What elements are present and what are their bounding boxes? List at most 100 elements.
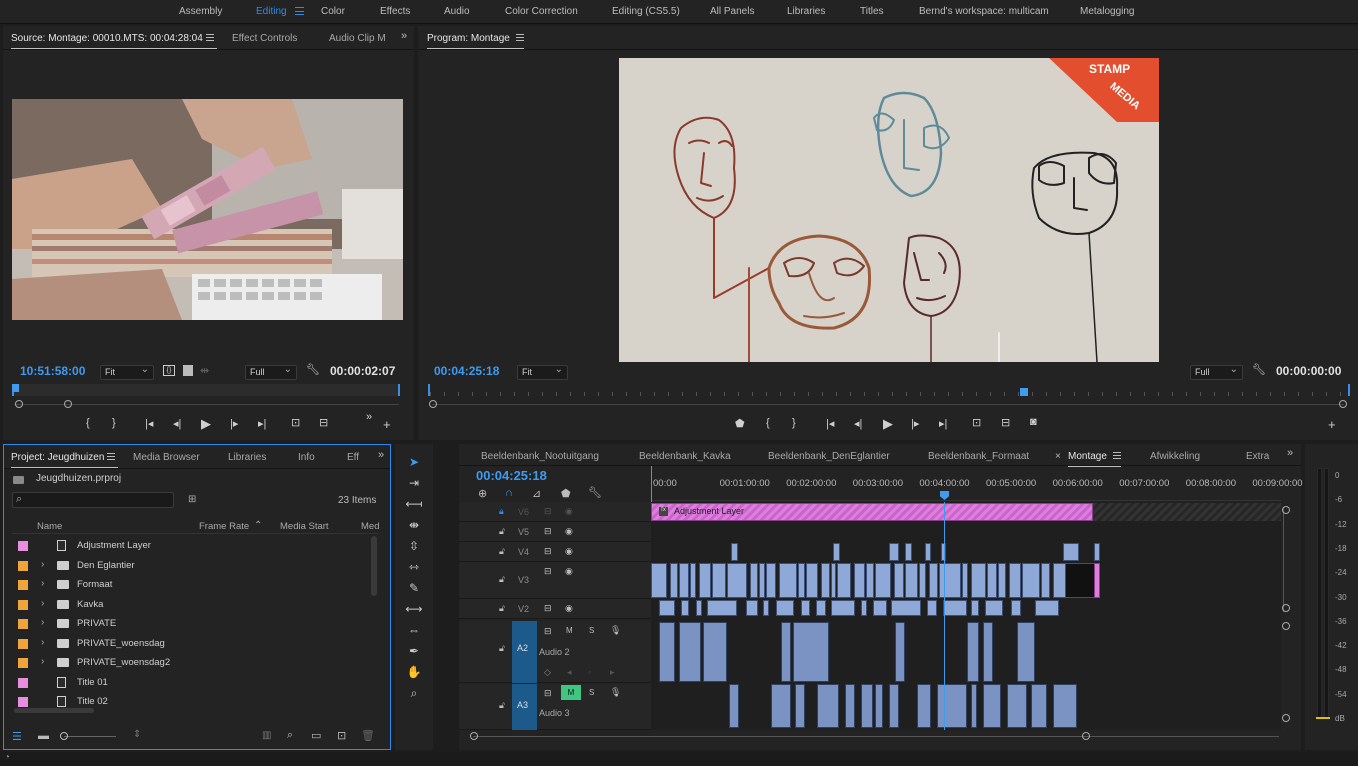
video-scroll-handle-bottom[interactable]: [1282, 604, 1290, 612]
rolling-edit-tool-icon[interactable]: ⇼: [404, 518, 424, 532]
label-color-swatch[interactable]: [18, 677, 28, 688]
sort-icons-icon[interactable]: ⇕: [133, 729, 141, 740]
program-export-frame-camera-icon[interactable]: ◙: [1030, 416, 1037, 428]
add-marker-icon[interactable]: ⬟: [561, 487, 571, 500]
video-clip[interactable]: [651, 563, 667, 598]
label-color-swatch[interactable]: [18, 560, 28, 571]
list-view-icon[interactable]: ☰: [12, 730, 22, 743]
expand-chevron-icon[interactable]: ›: [41, 598, 44, 609]
video-clip[interactable]: [707, 600, 737, 616]
v2-lock-icon[interactable]: 🔓︎: [499, 603, 505, 614]
video-clip[interactable]: [998, 563, 1006, 598]
a3-sync-icon[interactable]: ⊟: [544, 688, 552, 699]
v3-eye-icon[interactable]: ◉: [565, 566, 573, 577]
project-menu-icon[interactable]: [107, 453, 115, 460]
video-clip[interactable]: [929, 563, 938, 598]
video-clip[interactable]: [987, 563, 997, 598]
v5-eye-icon[interactable]: ◉: [565, 526, 573, 537]
project-search-input[interactable]: ⌕: [12, 492, 174, 508]
project-item[interactable]: › Kavka: [12, 595, 378, 615]
program-play-icon[interactable]: ▶: [883, 416, 893, 432]
source-play-icon[interactable]: ▶: [201, 416, 211, 432]
audio-clip[interactable]: [679, 622, 701, 682]
label-color-swatch[interactable]: [18, 638, 28, 649]
output-icon[interactable]: [183, 365, 193, 376]
v5-label[interactable]: V5: [518, 527, 529, 537]
project-h-scrollbar[interactable]: [14, 708, 94, 713]
column-name[interactable]: Name: [37, 521, 62, 532]
video-clip[interactable]: [776, 600, 794, 616]
video-clip[interactable]: [971, 563, 986, 598]
snap-magnet-icon[interactable]: ∩: [505, 487, 513, 499]
video-clip[interactable]: [985, 600, 1003, 616]
timeline-ruler[interactable]: 00:00 00:01:00:00 00:02:00:00 00:03:00:00 00…: [651, 468, 1303, 501]
project-item[interactable]: › Den Eglantier: [12, 556, 378, 576]
program-scrub-bar[interactable]: [428, 384, 1350, 396]
video-clip[interactable]: [696, 600, 702, 616]
timeline-tabs-overflow-icon[interactable]: »: [1287, 447, 1293, 459]
workspace-menu-icon[interactable]: [295, 7, 304, 15]
automate-to-sequence-icon[interactable]: ▥: [262, 730, 271, 741]
video-clip[interactable]: [854, 563, 865, 598]
audio-clip[interactable]: [861, 684, 873, 728]
video-clip[interactable]: [891, 600, 921, 616]
audio-clip[interactable]: [845, 684, 855, 728]
video-clip[interactable]: [1022, 563, 1040, 598]
program-mark-in-icon[interactable]: {: [766, 417, 770, 429]
source-add-button-icon[interactable]: +: [383, 417, 391, 432]
project-item[interactable]: › Formaat: [12, 575, 378, 595]
video-clip[interactable]: [925, 543, 931, 561]
video-clip[interactable]: [670, 563, 678, 598]
label-color-swatch[interactable]: [18, 541, 28, 551]
icon-view-icon[interactable]: ▬: [38, 730, 49, 742]
video-clip[interactable]: [806, 563, 818, 598]
video-clip[interactable]: [1009, 563, 1021, 598]
video-clip[interactable]: [861, 600, 867, 616]
video-clip[interactable]: [939, 563, 961, 598]
audio-clip[interactable]: [889, 684, 899, 728]
source-go-to-out-icon[interactable]: ▸|: [258, 417, 266, 430]
workspace-tab-libraries[interactable]: Libraries: [787, 6, 825, 17]
video-clip[interactable]: [821, 563, 830, 598]
audio-clip[interactable]: [795, 684, 805, 728]
video-clip[interactable]: [833, 543, 840, 561]
video-clip[interactable]: [1035, 600, 1059, 616]
program-go-to-out-icon[interactable]: ▸|: [939, 417, 947, 430]
a3-mute-button[interactable]: M: [561, 685, 581, 700]
workspace-tab-color-correction[interactable]: Color Correction: [505, 6, 578, 17]
timeline-zoom-handle-left[interactable]: [470, 732, 478, 740]
column-media-start[interactable]: Media Start: [280, 521, 329, 532]
video-clip[interactable]: [1094, 563, 1100, 598]
a2-mute-button[interactable]: M: [566, 626, 573, 635]
program-mark-out-icon[interactable]: }: [792, 417, 796, 429]
tab-effect-controls[interactable]: Effect Controls: [232, 33, 297, 44]
source-timecode[interactable]: 10:51:58:00: [20, 364, 85, 378]
timeline-tracks-area[interactable]: fx Adjustment Layer: [651, 502, 1281, 730]
source-mark-out-icon[interactable]: }: [112, 417, 116, 429]
project-item[interactable]: › PRIVATE_woensdag: [12, 634, 378, 654]
workspace-tab-berndt-multicam[interactable]: Bernd's workspace: multicam: [919, 6, 1049, 17]
video-clip[interactable]: [905, 543, 912, 561]
expand-chevron-icon[interactable]: ›: [41, 559, 44, 570]
rate-stretch-2-tool-icon[interactable]: ⇿: [404, 560, 424, 574]
v6-eye-icon[interactable]: ◉: [565, 506, 573, 517]
program-lift-icon[interactable]: ⊡: [972, 416, 981, 429]
video-clip[interactable]: [759, 563, 765, 598]
video-clip[interactable]: [699, 563, 711, 598]
source-settings-wrench-icon[interactable]: 🔧︎: [306, 363, 320, 376]
slip-tool-icon[interactable]: ⟷: [404, 602, 424, 616]
expand-chevron-icon[interactable]: ›: [41, 656, 44, 667]
video-clip[interactable]: [779, 563, 797, 598]
workspace-tab-assembly[interactable]: Assembly: [179, 6, 222, 17]
video-clip[interactable]: [1065, 563, 1095, 598]
tab-montage[interactable]: Montage: [1068, 451, 1121, 467]
source-mark-in-icon[interactable]: {: [86, 417, 90, 429]
video-clip[interactable]: [712, 563, 726, 598]
source-step-forward-icon[interactable]: |▸: [230, 417, 238, 430]
video-clip[interactable]: [731, 543, 738, 561]
a2-next-keyframe-icon[interactable]: ▸: [610, 667, 615, 678]
video-scroll-handle-top[interactable]: [1282, 506, 1290, 514]
video-clip[interactable]: [816, 600, 826, 616]
pen-tool-icon[interactable]: ✒: [404, 644, 424, 658]
expand-chevron-icon[interactable]: ›: [41, 637, 44, 648]
